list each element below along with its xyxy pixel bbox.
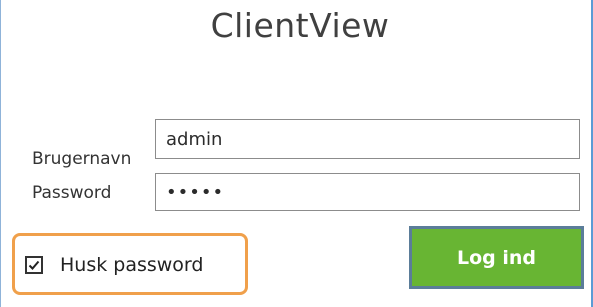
- app-title: ClientView: [210, 6, 390, 45]
- remember-password-label[interactable]: Husk password: [60, 254, 203, 276]
- password-label: Password: [32, 183, 112, 203]
- checkmark-icon: [28, 260, 40, 270]
- login-button[interactable]: Log ind: [409, 226, 584, 289]
- password-field[interactable]: [155, 173, 580, 211]
- username-label: Brugernavn: [32, 149, 132, 169]
- remember-password-checkbox[interactable]: [25, 256, 43, 274]
- login-button-label: Log ind: [412, 229, 581, 286]
- dialog-frame-left: [0, 0, 1, 307]
- username-field[interactable]: [155, 119, 580, 159]
- login-dialog: ClientView Brugernavn Password Husk pass…: [0, 0, 593, 307]
